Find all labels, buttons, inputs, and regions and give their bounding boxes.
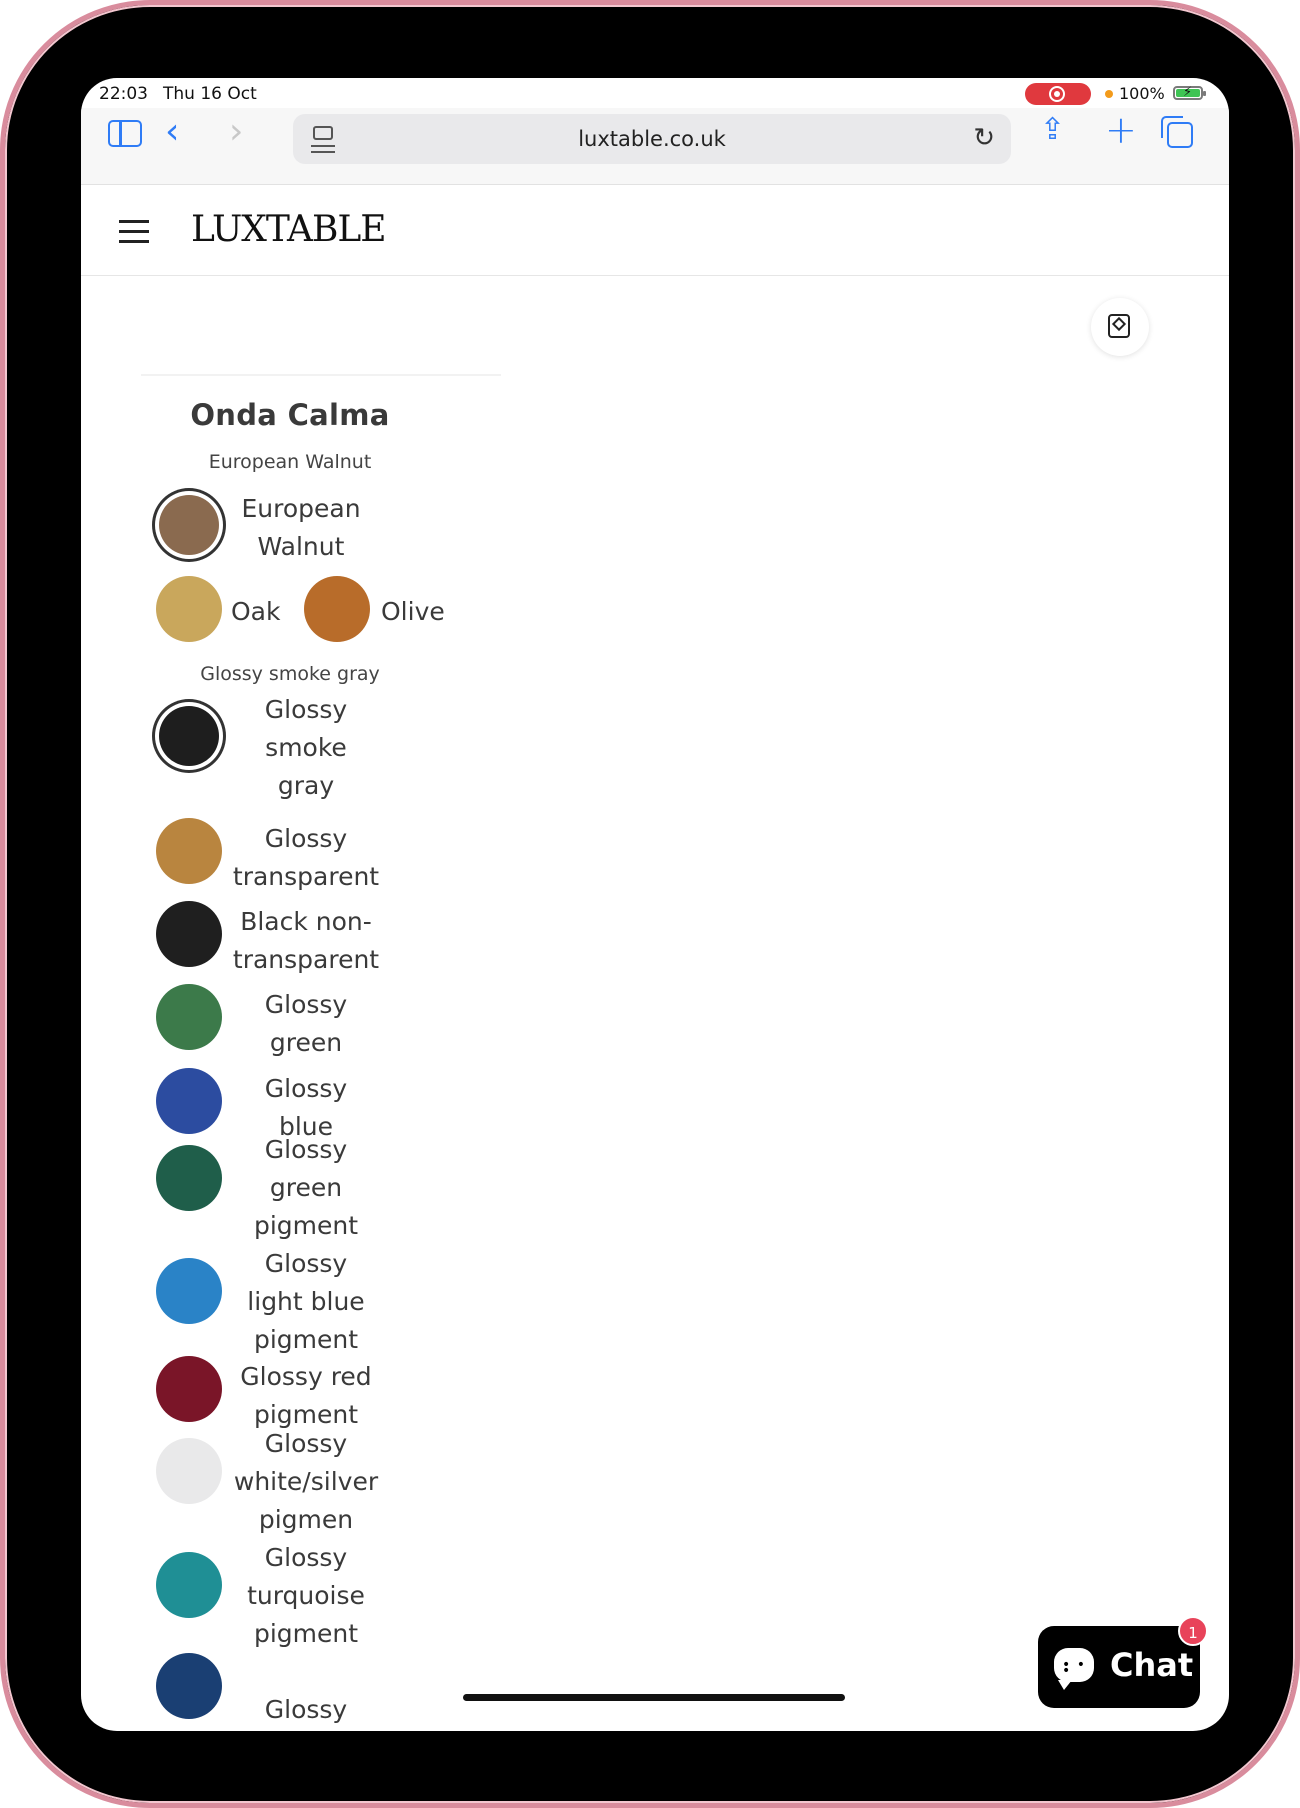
swatch-european-walnut[interactable]	[159, 495, 219, 555]
finish-swatch[interactable]	[156, 1653, 222, 1719]
wood-group-label: European Walnut	[208, 451, 372, 473]
device-frame: 22:03 Thu 16 Oct 100% ⚡ ‹ › luxtable.co.…	[0, 0, 1300, 1808]
finish-option-label: Glossy	[264, 1695, 348, 1724]
status-date: Thu 16 Oct	[163, 84, 257, 104]
divider	[141, 374, 501, 376]
new-tab-button[interactable]: +	[1105, 108, 1137, 152]
screen: 22:03 Thu 16 Oct 100% ⚡ ‹ › luxtable.co.…	[81, 78, 1229, 1731]
finish-swatch[interactable]	[156, 1356, 222, 1422]
site-header: LUXTABLE	[81, 185, 1229, 276]
finish-option-label: Glossy smoke gray	[264, 695, 348, 800]
swatch-olive[interactable]	[304, 576, 370, 642]
chat-bubble-icon: • • •	[1054, 1648, 1094, 1690]
battery-percentage: 100%	[1119, 84, 1165, 103]
swatch-oak[interactable]	[156, 576, 222, 642]
finish-option-label: Black non-transparent	[232, 907, 380, 974]
cube-icon	[1108, 314, 1130, 338]
status-time: 22:03	[99, 84, 148, 104]
finish-swatch[interactable]	[156, 984, 222, 1050]
sidebar-toggle-icon[interactable]	[108, 120, 142, 147]
site-logo[interactable]: LUXTABLE	[191, 209, 387, 250]
battery-icon: ⚡	[1173, 85, 1206, 100]
finish-swatch[interactable]	[156, 1145, 222, 1211]
finish-swatch[interactable]	[156, 818, 222, 884]
product-title: Onda Calma	[190, 398, 390, 432]
finish-swatch[interactable]	[156, 1068, 222, 1134]
option-label: Olive	[381, 597, 445, 626]
menu-icon[interactable]	[119, 220, 149, 244]
finish-swatch[interactable]	[156, 901, 222, 967]
mic-indicator-icon	[1105, 90, 1113, 98]
tabs-overview-icon[interactable]	[1161, 116, 1193, 148]
finish-swatch[interactable]	[156, 1258, 222, 1324]
chat-notification-badge: 1	[1178, 1616, 1208, 1646]
forward-button[interactable]: ›	[229, 114, 243, 150]
finish-option-label: Glossy light blue pigment	[247, 1249, 365, 1354]
finish-swatch[interactable]	[156, 1552, 222, 1618]
url-text: luxtable.co.uk	[578, 127, 726, 151]
finish-option-label: Glossy white/silver pigmen	[233, 1429, 379, 1534]
browser-toolbar: ‹ › luxtable.co.uk ↻ ⇪ +	[81, 108, 1229, 185]
address-bar[interactable]: luxtable.co.uk ↻	[293, 114, 1011, 164]
option-label: European Walnut	[241, 494, 361, 561]
finish-option-label: Glossy green pigment	[253, 1135, 359, 1240]
option-label: Oak	[231, 597, 281, 626]
finish-option-label: Glossy red pigment	[240, 1362, 372, 1429]
screen-recording-indicator[interactable]	[1025, 83, 1091, 105]
share-icon[interactable]: ⇪	[1040, 112, 1065, 147]
finish-option-label: Glossy transparent	[232, 824, 380, 891]
chat-button[interactable]: • • • Chat 1	[1038, 1616, 1208, 1708]
status-bar: 22:03 Thu 16 Oct 100% ⚡	[81, 78, 1229, 108]
finish-swatch[interactable]	[159, 706, 219, 766]
finish-group-label: Glossy smoke gray	[200, 663, 380, 685]
chat-label: Chat	[1110, 1646, 1194, 1684]
finish-swatch[interactable]	[156, 1438, 222, 1504]
reload-icon[interactable]: ↻	[973, 123, 995, 153]
home-indicator	[463, 1694, 845, 1701]
finish-option-label: Glossy turquoise pigment	[247, 1543, 365, 1648]
back-button[interactable]: ‹	[165, 114, 179, 150]
ar-view-button[interactable]	[1091, 298, 1149, 356]
finish-option-label: Glossy green	[264, 990, 348, 1057]
